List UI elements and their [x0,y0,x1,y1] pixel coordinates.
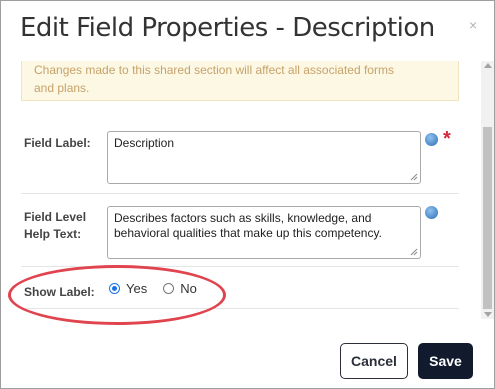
help-text-label-line-1: Field Level [24,210,87,224]
field-label-input[interactable]: Description [107,131,421,184]
field-label-label: Field Label: [24,136,91,150]
highlight-ellipse [8,265,226,325]
field-label-row: Field Label: Description * [21,126,459,194]
help-text-input[interactable]: Describes factors such as skills, knowle… [107,206,421,259]
warning-line-2: and plans. [34,81,90,95]
dialog-title: Edit Field Properties - Description [20,13,435,43]
warning-line-1: Changes made to this shared section will… [34,63,394,77]
dialog-header: Edit Field Properties - Description × [1,1,494,61]
close-button[interactable]: × [469,17,477,33]
help-text-label: Field Level Help Text: [24,209,86,243]
shared-section-warning: Changes made to this shared section will… [21,61,459,101]
vertical-scrollbar[interactable] [481,61,494,319]
field-label-value: Description [114,136,175,150]
scrollbar-thumb[interactable] [483,127,492,309]
globe-icon[interactable] [425,133,438,146]
help-text-row: Field Level Help Text: Describes factors… [21,201,459,267]
help-text-value-line-1: Describes factors such as skills, knowle… [114,211,372,225]
help-text-label-line-2: Help Text: [24,227,82,241]
save-button[interactable]: Save [418,343,473,379]
globe-icon[interactable] [425,206,438,219]
cancel-button[interactable]: Cancel [340,343,408,379]
required-indicator: * [443,128,451,150]
edit-field-properties-dialog: Edit Field Properties - Description × Ch… [0,0,495,389]
help-text-value-line-2: behavioral qualities that make up this c… [114,226,382,240]
resize-handle-icon[interactable] [410,248,418,256]
resize-handle-icon[interactable] [410,173,418,181]
scroll-down-arrow-icon[interactable] [484,312,492,317]
scroll-up-arrow-icon[interactable] [484,63,492,68]
dialog-footer: Cancel Save [1,319,494,388]
